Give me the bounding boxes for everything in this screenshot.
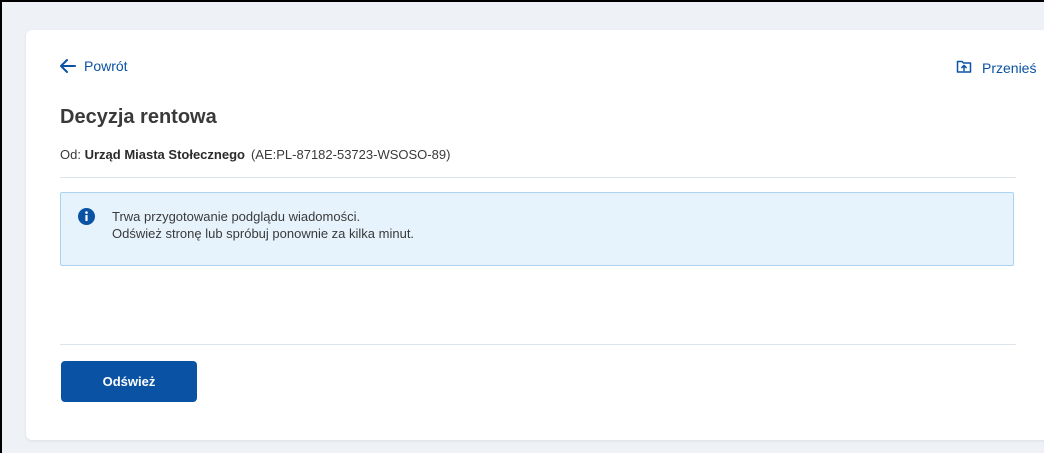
- back-link-label: Powrót: [84, 58, 128, 74]
- divider: [60, 344, 1016, 345]
- move-link-label: Przenieś: [982, 59, 1037, 76]
- info-notice-line-1: Trwa przygotowanie podglądu wiadomości.: [112, 209, 361, 224]
- page-title: Decyzja rentowa: [60, 106, 217, 128]
- sender-name: Urząd Miasta Stołecznego: [84, 147, 245, 162]
- sender-address: (AE:PL-87182-53723-WSOSO-89): [250, 147, 451, 162]
- card-toolbar: Powrót Przenieś: [60, 58, 1036, 80]
- sender-line: Od: Urząd Miasta Stołecznego (AE:PL-87182…: [60, 147, 450, 162]
- message-card: Powrót Przenieś Decyzja rentowa Od: Urzą…: [26, 30, 1044, 440]
- info-notice-line-2: Odśwież stronę lub spróbuj ponownie za k…: [112, 226, 415, 241]
- sender-prefix: Od:: [60, 147, 81, 162]
- page-viewport: Powrót Przenieś Decyzja rentowa Od: Urzą…: [0, 0, 1044, 453]
- info-notice: Trwa przygotowanie podglądu wiadomości. …: [60, 192, 1014, 266]
- arrow-left-icon: [60, 59, 76, 73]
- move-to-folder-icon: [956, 58, 972, 77]
- info-notice-text: Trwa przygotowanie podglądu wiadomości. …: [112, 208, 414, 242]
- refresh-button[interactable]: Odśwież: [61, 361, 197, 402]
- move-link[interactable]: Przenieś: [956, 58, 1036, 77]
- info-icon: [78, 208, 95, 225]
- back-link[interactable]: Powrót: [60, 58, 128, 74]
- divider: [60, 177, 1016, 178]
